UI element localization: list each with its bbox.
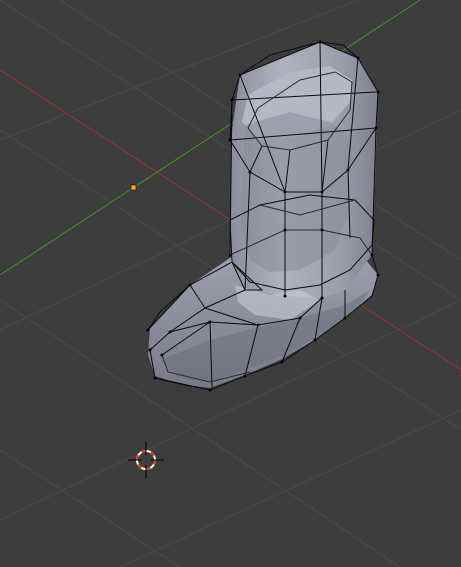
3d-cursor-icon[interactable] bbox=[128, 442, 164, 478]
viewport-canvas[interactable] bbox=[0, 0, 461, 567]
boot-mesh[interactable] bbox=[146, 40, 380, 392]
3d-viewport[interactable] bbox=[0, 0, 461, 567]
object-origin-icon[interactable] bbox=[130, 184, 137, 191]
